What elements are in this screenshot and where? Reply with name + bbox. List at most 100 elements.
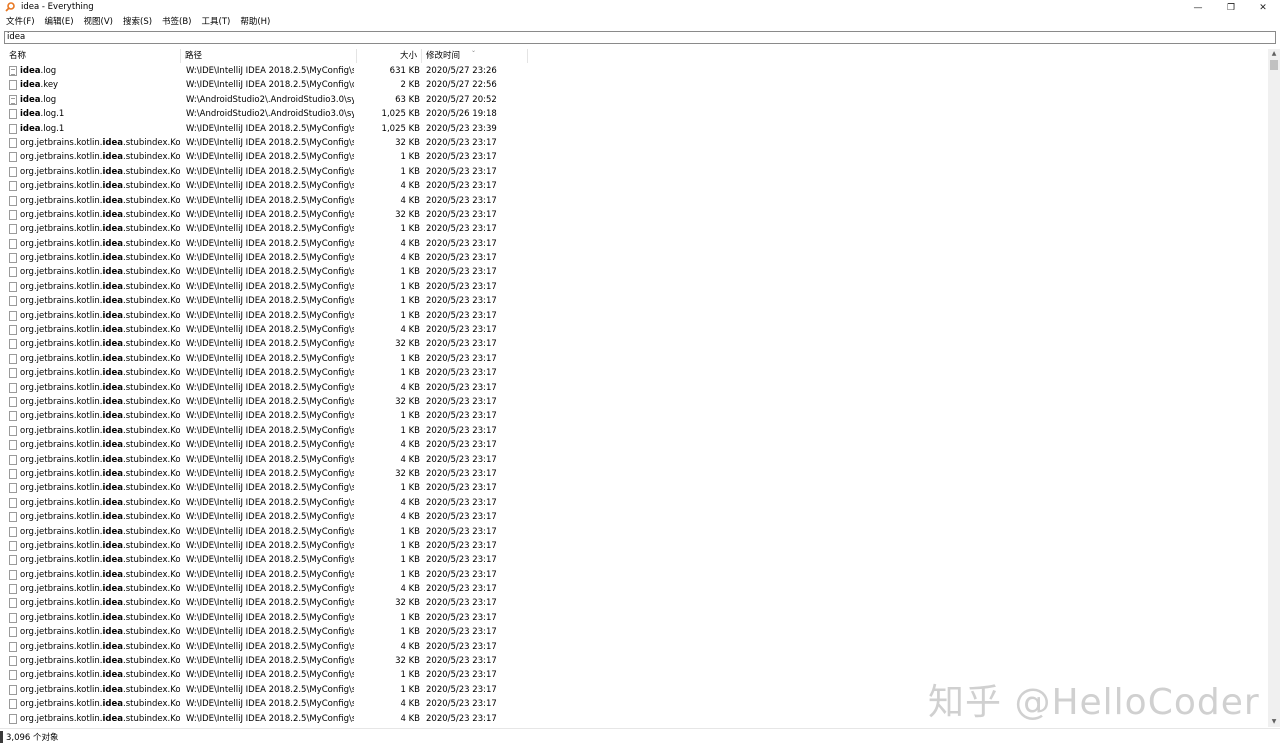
table-row[interactable]: org.jetbrains.kotlin.idea.stubindex.Kotl… [0,453,528,467]
restore-button[interactable]: ❐ [1217,0,1245,15]
file-name-match: idea [102,310,124,321]
file-path: W:\IDE\IntelliJ IDEA 2018.2.5\MyConfig\s… [186,396,354,407]
table-row[interactable]: org.jetbrains.kotlin.idea.stubindex.Kotl… [0,596,528,610]
file-size: 1 KB [400,670,420,681]
file-name-prefix: org.jetbrains.kotlin. [20,440,103,451]
table-row[interactable]: org.jetbrains.kotlin.idea.stubindex.Kotl… [0,179,528,193]
file-size: 1 KB [400,411,420,422]
file-name-match: idea [20,94,41,105]
table-row[interactable]: org.jetbrains.kotlin.idea.stubindex.Kotl… [0,208,528,222]
table-row[interactable]: org.jetbrains.kotlin.idea.stubindex.Kotl… [0,625,528,639]
table-row[interactable]: org.jetbrains.kotlin.idea.stubindex.Kotl… [0,582,528,596]
table-row[interactable]: org.jetbrains.kotlin.idea.stubindex.Kotl… [0,251,528,265]
table-row[interactable]: org.jetbrains.kotlin.idea.stubindex.Kotl… [0,237,528,251]
table-row[interactable]: org.jetbrains.kotlin.idea.stubindex.Kotl… [0,381,528,395]
table-row[interactable]: org.jetbrains.kotlin.idea.stubindex.Kotl… [0,222,528,236]
scroll-thumb[interactable] [1270,60,1278,70]
file-icon [9,137,17,148]
file-name-prefix: org.jetbrains.kotlin. [20,512,103,523]
table-row[interactable]: org.jetbrains.kotlin.idea.stubindex.Kotl… [0,539,528,553]
table-row[interactable]: org.jetbrains.kotlin.idea.stubindex.Kotl… [0,337,528,351]
file-name-suffix: .stubindex.Kotl... [123,181,180,192]
file-modified: 2020/5/23 23:17 [426,382,497,393]
file-path: W:\IDE\IntelliJ IDEA 2018.2.5\MyConfig\s… [186,353,354,364]
table-row[interactable]: org.jetbrains.kotlin.idea.stubindex.Kotl… [0,568,528,582]
menu-search[interactable]: 搜索(S) [119,15,156,29]
table-row[interactable]: org.jetbrains.kotlin.idea.stubindex.Kotl… [0,467,528,481]
column-path-header[interactable]: 路径 [181,49,357,63]
table-row[interactable]: org.jetbrains.kotlin.idea.stubindex.Kotl… [0,712,528,726]
file-modified: 2020/5/23 23:17 [426,684,497,695]
file-size: 1 KB [400,627,420,638]
table-row[interactable]: org.jetbrains.kotlin.idea.stubindex.Kotl… [0,323,528,337]
menu-file[interactable]: 文件(F) [2,15,39,29]
table-row[interactable]: org.jetbrains.kotlin.idea.stubindex.Kotl… [0,654,528,668]
file-name-match: idea [102,598,124,609]
file-name-suffix: .stubindex.Kotl... [123,396,180,407]
table-row[interactable]: idea.log.1 W:\IDE\IntelliJ IDEA 2018.2.5\… [0,122,528,136]
table-row[interactable]: org.jetbrains.kotlin.idea.stubindex.Kotl… [0,395,528,409]
table-row[interactable]: org.jetbrains.kotlin.idea.stubindex.Kotl… [0,668,528,682]
menu-bookmarks[interactable]: 书签(B) [158,15,195,29]
scroll-down-arrow-icon[interactable]: ▼ [1268,717,1280,727]
table-row[interactable]: org.jetbrains.kotlin.idea.stubindex.Kotl… [0,481,528,495]
file-icon [9,454,17,465]
scroll-up-arrow-icon[interactable]: ▲ [1268,49,1280,59]
table-row[interactable]: org.jetbrains.kotlin.idea.stubindex.Kotl… [0,165,528,179]
menu-view[interactable]: 视图(V) [80,15,117,29]
table-row[interactable]: org.jetbrains.kotlin.idea.stubindex.Kotl… [0,265,528,279]
table-row[interactable]: idea.key W:\IDE\IntelliJ IDEA 2018.2.5\My… [0,78,528,92]
file-path: W:\IDE\IntelliJ IDEA 2018.2.5\MyConfig\s… [186,267,354,278]
file-name-match: idea [102,382,124,393]
table-row[interactable]: idea.log W:\IDE\IntelliJ IDEA 2018.2.5\My… [0,64,528,78]
file-path: W:\IDE\IntelliJ IDEA 2018.2.5\MyConfig\s… [186,512,354,523]
table-row[interactable]: org.jetbrains.kotlin.idea.stubindex.Kotl… [0,280,528,294]
menu-tools[interactable]: 工具(T) [198,15,235,29]
menu-help[interactable]: 帮助(H) [236,15,274,29]
file-icon [9,584,17,595]
file-size: 32 KB [395,598,420,609]
file-path: W:\IDE\IntelliJ IDEA 2018.2.5\MyConfig\s… [186,310,354,321]
file-modified: 2020/5/26 19:18 [426,109,497,120]
vertical-scrollbar[interactable]: ▲ ▼ [1268,49,1280,727]
file-name-prefix: org.jetbrains.kotlin. [20,569,103,580]
file-size: 4 KB [400,497,420,508]
table-row[interactable]: org.jetbrains.kotlin.idea.stubindex.Kotl… [0,553,528,567]
table-row[interactable]: org.jetbrains.kotlin.idea.stubindex.Kotl… [0,683,528,697]
table-row[interactable]: org.jetbrains.kotlin.idea.stubindex.Kotl… [0,510,528,524]
table-row[interactable]: org.jetbrains.kotlin.idea.stubindex.Kotl… [0,194,528,208]
table-row[interactable]: org.jetbrains.kotlin.idea.stubindex.Kotl… [0,409,528,423]
table-row[interactable]: org.jetbrains.kotlin.idea.stubindex.Kotl… [0,438,528,452]
table-row[interactable]: org.jetbrains.kotlin.idea.stubindex.Kotl… [0,611,528,625]
file-path: W:\IDE\IntelliJ IDEA 2018.2.5\MyConfig\s… [186,569,354,580]
table-row[interactable]: org.jetbrains.kotlin.idea.stubindex.Kotl… [0,424,528,438]
table-row[interactable]: org.jetbrains.kotlin.idea.stubindex.Kotl… [0,150,528,164]
table-row[interactable]: idea.log W:\AndroidStudio2\.AndroidStudio… [0,93,528,107]
close-button[interactable]: ✕ [1249,0,1277,15]
file-name-match: idea [102,181,124,192]
table-row[interactable]: org.jetbrains.kotlin.idea.stubindex.Kotl… [0,352,528,366]
table-row[interactable]: org.jetbrains.kotlin.idea.stubindex.Kotl… [0,309,528,323]
file-name-suffix: .stubindex.Kotl... [123,281,180,292]
table-row[interactable]: org.jetbrains.kotlin.idea.stubindex.Kotl… [0,366,528,380]
results-list: idea.log W:\IDE\IntelliJ IDEA 2018.2.5\My… [0,64,528,726]
file-size: 1 KB [400,368,420,379]
table-row[interactable]: idea.log.1 W:\AndroidStudio2\.AndroidStud… [0,107,528,121]
table-row[interactable]: org.jetbrains.kotlin.idea.stubindex.Kotl… [0,697,528,711]
table-row[interactable]: org.jetbrains.kotlin.idea.stubindex.Kotl… [0,294,528,308]
column-name-header[interactable]: 名称 [0,49,181,63]
table-row[interactable]: org.jetbrains.kotlin.idea.stubindex.Kotl… [0,136,528,150]
minimize-button[interactable]: — [1184,0,1212,15]
file-path: W:\IDE\IntelliJ IDEA 2018.2.5\MyConfig\s… [186,152,354,163]
search-input[interactable] [7,32,1267,43]
table-row[interactable]: org.jetbrains.kotlin.idea.stubindex.Kotl… [0,640,528,654]
table-row[interactable]: org.jetbrains.kotlin.idea.stubindex.Kotl… [0,496,528,510]
text-file-icon [9,94,17,105]
column-size-header[interactable]: 大小 [357,49,422,63]
file-name-prefix: org.jetbrains.kotlin. [20,253,103,264]
file-name-match: idea [102,656,124,667]
file-icon [9,267,17,278]
menu-edit[interactable]: 编辑(E) [41,15,78,29]
file-name: org.jetbrains.kotlin.idea.stubindex.Kotl… [20,496,180,510]
table-row[interactable]: org.jetbrains.kotlin.idea.stubindex.Kotl… [0,525,528,539]
